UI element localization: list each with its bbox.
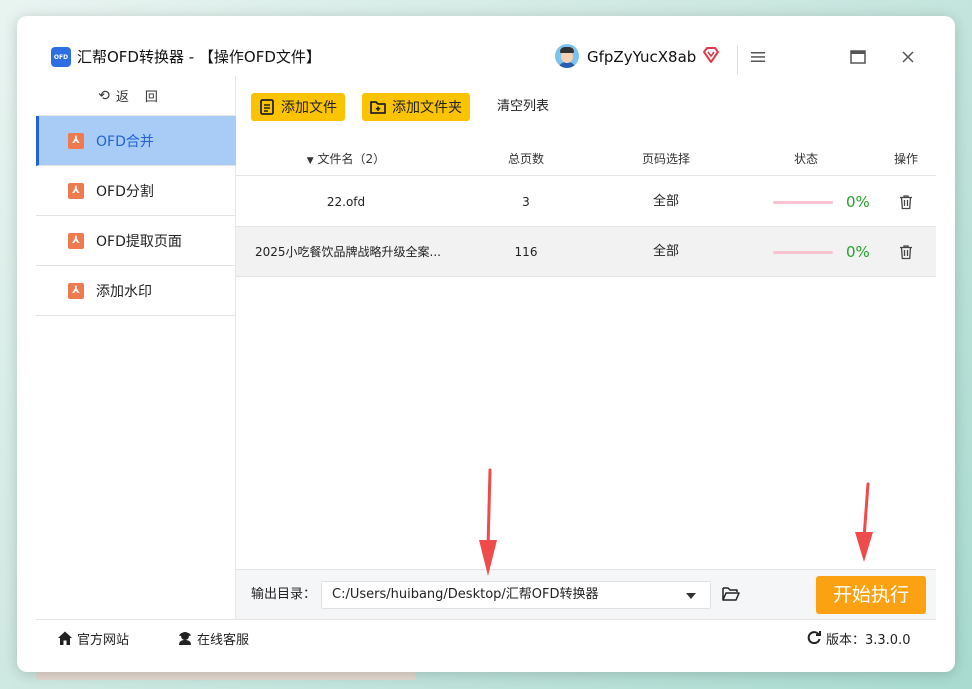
- sidebar-item-label: OFD分割: [96, 183, 154, 200]
- pdf-file-icon: ⅄: [68, 282, 84, 299]
- pdf-file-icon: ⅄: [68, 182, 84, 199]
- sidebar-item-label: 添加水印: [96, 283, 152, 300]
- sidebar: ⟲ 返回 ⅄ OFD合并 ⅄ OFD分割 ⅄ OFD提取页面 ⅄ 添加水印: [36, 76, 236, 619]
- chevron-down-icon: [686, 593, 696, 599]
- sort-down-icon: ▼: [306, 156, 314, 166]
- headset-icon: [179, 632, 191, 645]
- background-strip: [36, 672, 416, 680]
- title-divider: [737, 46, 738, 74]
- status-bar: 官方网站 在线客服 版本：3.3.0.0: [36, 619, 936, 655]
- header-pages: 总页数: [507, 152, 544, 166]
- sidebar-item-watermark[interactable]: ⅄ 添加水印: [36, 266, 236, 316]
- undo-arrow-icon: ⟲: [98, 87, 110, 104]
- output-dir-label: 输出目录：: [251, 587, 317, 602]
- table-row[interactable]: 2025小吃餐饮品牌战略升级全案... 116 全部 0%: [236, 227, 936, 277]
- output-dir-value: C:/Users/huibang/Desktop/汇帮OFD转换器: [332, 587, 599, 602]
- annotation-arrow-start: [855, 482, 873, 562]
- add-folder-label: 添加文件夹: [392, 100, 462, 116]
- table-header: ▼ 文件名（2） 总页数 页码选择 状态 操作: [236, 142, 936, 176]
- sidebar-item-ofd-extract[interactable]: ⅄ OFD提取页面: [36, 216, 236, 266]
- back-button[interactable]: ⟲ 返回: [36, 76, 236, 116]
- title-bar: OFD 汇帮OFD转换器 - 【操作OFD文件】 GfpZyYucX8ab: [17, 16, 955, 76]
- row-page-range[interactable]: 全部: [626, 227, 706, 277]
- header-range: 页码选择: [641, 152, 690, 166]
- row-pages: 3: [522, 195, 530, 209]
- header-filename[interactable]: ▼ 文件名（2）: [266, 142, 426, 176]
- sidebar-item-label: OFD合并: [96, 133, 154, 150]
- sidebar-item-label: OFD提取页面: [96, 233, 182, 250]
- row-filename: 22.ofd: [326, 195, 366, 209]
- main-panel: 添加文件 添加文件夹 清空列表 ▼ 文件名（2） 总页数 页码选择 状态 操作 …: [236, 76, 936, 619]
- version-info[interactable]: 版本：3.3.0.0: [806, 620, 910, 656]
- sidebar-item-ofd-split[interactable]: ⅄ OFD分割: [36, 166, 236, 216]
- maximize-icon[interactable]: [847, 46, 869, 68]
- app-logo-icon: OFD: [51, 47, 71, 67]
- annotation-arrow-output: [479, 468, 497, 576]
- add-folder-icon: [370, 101, 386, 114]
- row-percent: 0%: [846, 193, 870, 211]
- online-support-link[interactable]: 在线客服: [177, 620, 249, 656]
- add-folder-button[interactable]: 添加文件夹: [362, 93, 470, 121]
- output-bar: 输出目录： C:/Users/huibang/Desktop/汇帮OFD转换器 …: [236, 569, 936, 619]
- row-filename: 2025小吃餐饮品牌战略升级全案...: [255, 245, 441, 259]
- user-avatar[interactable]: [555, 44, 579, 68]
- folder-open-icon[interactable]: [722, 586, 740, 602]
- username[interactable]: GfpZyYucX8ab: [587, 47, 696, 67]
- clear-list-button[interactable]: 清空列表: [497, 93, 549, 121]
- trash-icon[interactable]: [898, 244, 914, 260]
- back-label: 返回: [115, 90, 174, 105]
- trash-icon[interactable]: [898, 194, 914, 210]
- pdf-file-icon: ⅄: [68, 232, 84, 249]
- home-icon: [58, 631, 72, 645]
- close-icon[interactable]: [897, 46, 919, 68]
- add-file-button[interactable]: 添加文件: [251, 93, 345, 121]
- add-file-icon: [260, 99, 274, 115]
- row-page-range[interactable]: 全部: [626, 177, 706, 227]
- sidebar-item-ofd-merge[interactable]: ⅄ OFD合并: [36, 116, 236, 166]
- toolbar: 添加文件 添加文件夹 清空列表: [236, 76, 936, 142]
- table-row[interactable]: 22.ofd 3 全部 0%: [236, 177, 936, 227]
- pdf-file-icon: ⅄: [68, 132, 84, 149]
- header-status: 状态: [793, 152, 818, 166]
- row-percent: 0%: [846, 243, 870, 261]
- header-action: 操作: [893, 152, 918, 166]
- start-button[interactable]: 开始执行: [816, 576, 926, 614]
- refresh-icon: [807, 631, 821, 645]
- row-progress-bar: [773, 201, 833, 204]
- row-pages: 116: [514, 245, 538, 259]
- window-title: 汇帮OFD转换器 - 【操作OFD文件】: [77, 48, 321, 66]
- add-file-label: 添加文件: [281, 100, 337, 116]
- official-website-link[interactable]: 官方网站: [57, 620, 129, 656]
- output-dir-select[interactable]: C:/Users/huibang/Desktop/汇帮OFD转换器: [321, 581, 711, 609]
- vip-diamond-icon[interactable]: [701, 45, 721, 65]
- menu-icon[interactable]: [747, 46, 769, 68]
- row-progress-bar: [773, 251, 833, 254]
